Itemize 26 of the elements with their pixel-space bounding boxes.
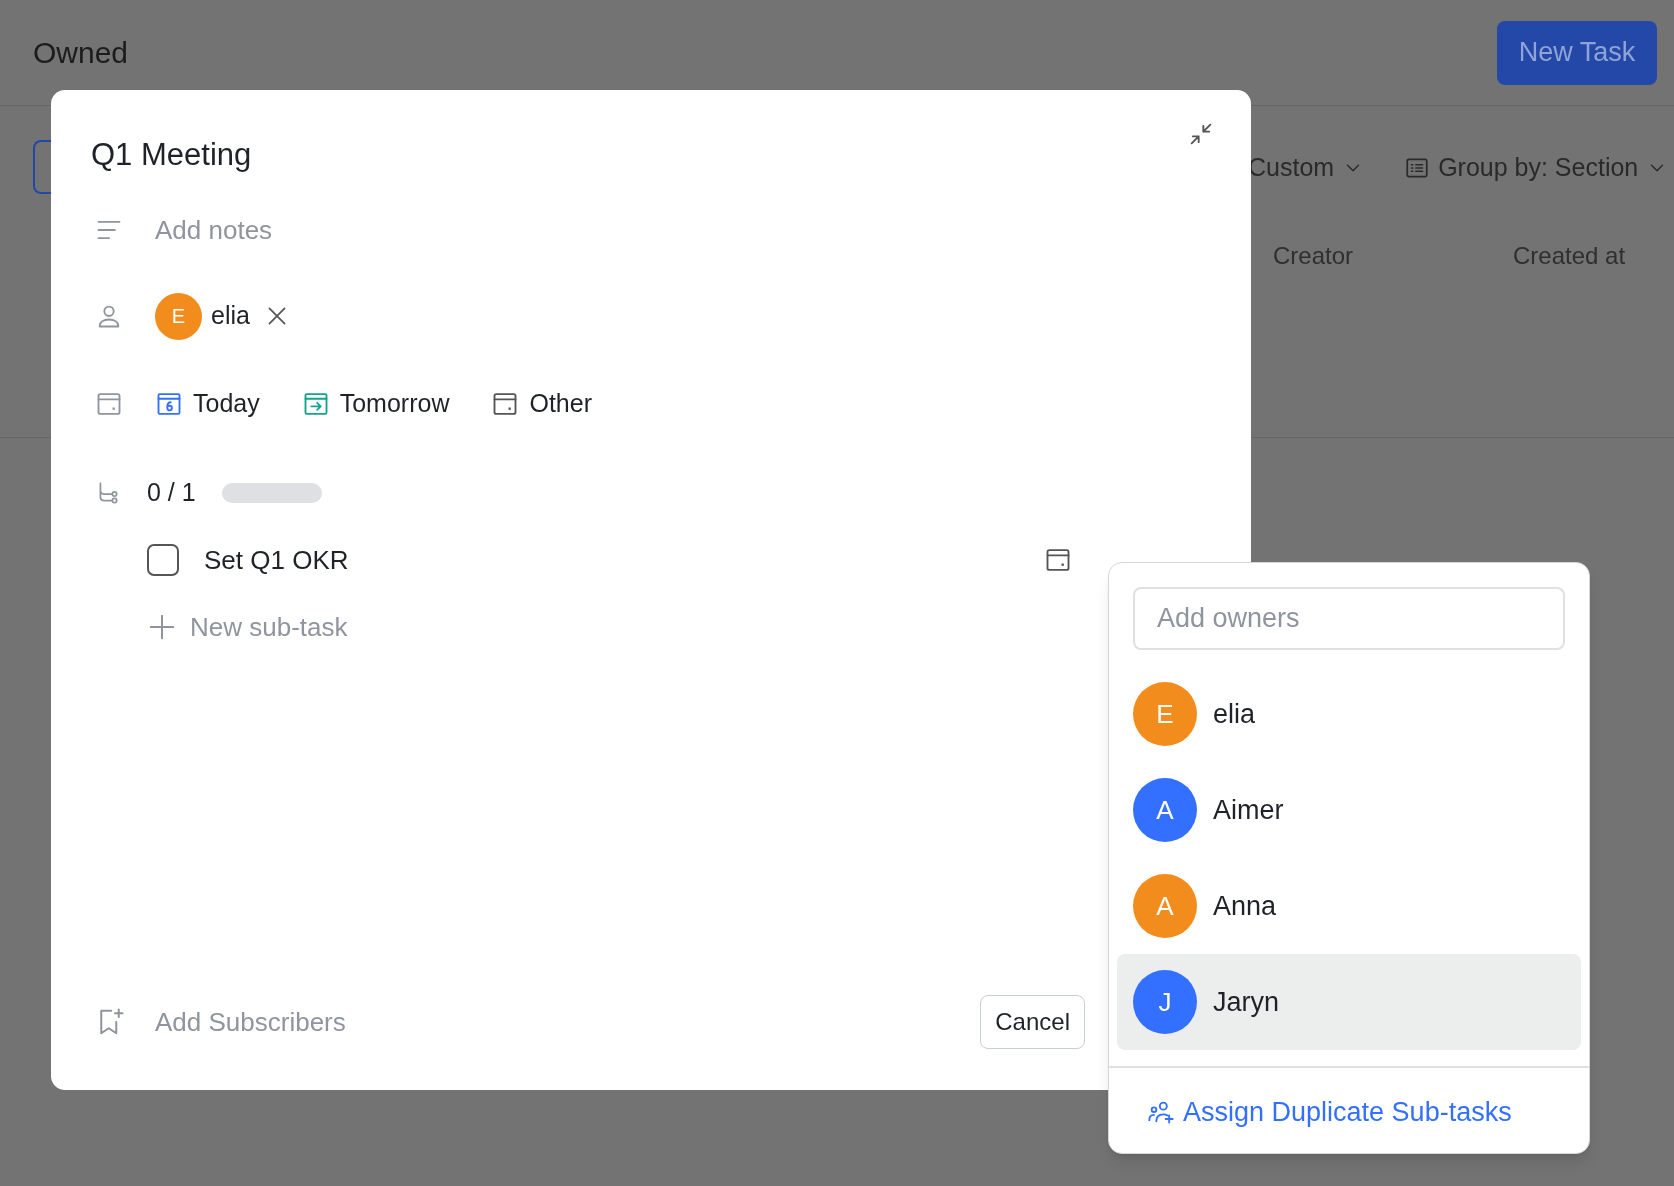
due-date-option[interactable]: Tomorrow [301, 385, 450, 423]
cancel-button[interactable]: Cancel [980, 995, 1085, 1049]
plus-icon [147, 612, 177, 642]
avatar: J [1133, 970, 1197, 1034]
checkbox[interactable] [147, 544, 179, 576]
assign-duplicate-link[interactable]: Assign Duplicate Sub-tasks [1147, 1092, 1512, 1133]
avatar: E [1133, 682, 1197, 746]
due-date-option[interactable]: Other [491, 385, 592, 423]
search-field[interactable]: Add owners [1133, 587, 1565, 650]
due-date-option[interactable]: Today [155, 385, 260, 423]
page-title: Owned [33, 35, 129, 71]
avatar: A [1133, 778, 1197, 842]
notes-field[interactable]: Add notes [155, 210, 755, 250]
avatar: E [155, 292, 202, 340]
owner-option[interactable]: J Jaryn [1117, 954, 1581, 1050]
column-header: Created at [1513, 241, 1626, 271]
owner-name: elia [211, 300, 250, 332]
dialog-title: Q1 Meeting [91, 135, 253, 174]
calendar-icon [155, 390, 183, 418]
calendar-icon [95, 390, 123, 418]
column-header: Creator [1273, 241, 1355, 271]
calendar-icon[interactable] [1044, 546, 1072, 574]
progress-reading: 0 / 1 [147, 477, 196, 509]
avatar: A [1133, 874, 1197, 938]
subtask-title: Set Q1 OKR [204, 543, 350, 577]
list-icon [1404, 155, 1431, 181]
